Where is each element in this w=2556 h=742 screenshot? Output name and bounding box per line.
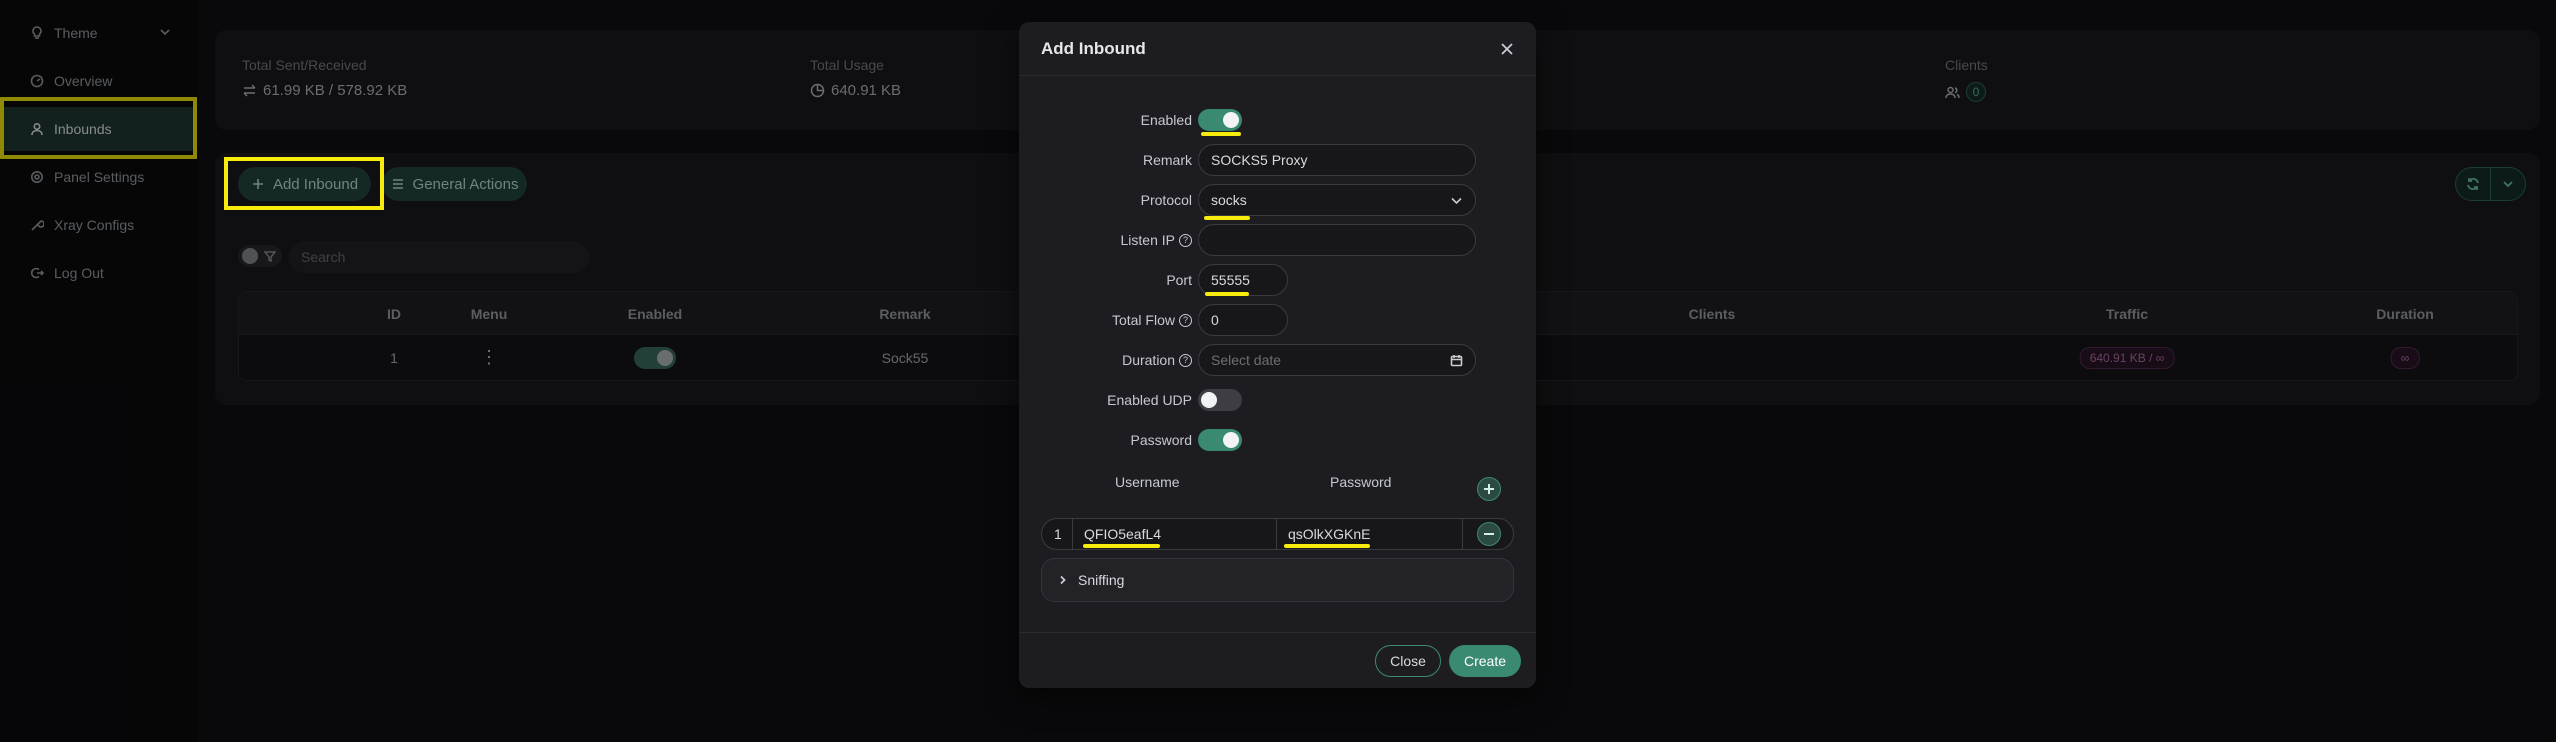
- port-label: Port: [1166, 272, 1192, 288]
- help-icon[interactable]: ?: [1179, 353, 1192, 367]
- total-flow-input[interactable]: 0: [1198, 304, 1288, 336]
- add-inbound-modal: Add Inbound Enabled Remark SOCKS5 Proxy …: [1019, 22, 1536, 688]
- sniffing-collapse[interactable]: Sniffing: [1041, 558, 1514, 602]
- duration-date-picker[interactable]: Select date: [1198, 344, 1476, 376]
- enabled-label: Enabled: [1140, 112, 1192, 128]
- create-button[interactable]: Create: [1449, 645, 1521, 677]
- annotation-underline: [1284, 544, 1370, 548]
- calendar-icon: [1450, 355, 1463, 367]
- chevron-down-icon: [1451, 197, 1462, 205]
- minus-icon: [1484, 533, 1494, 535]
- close-button[interactable]: Close: [1375, 645, 1441, 677]
- enabled-toggle[interactable]: [1198, 109, 1242, 131]
- username-column-header: Username: [1115, 474, 1180, 490]
- add-account-button[interactable]: [1477, 477, 1501, 501]
- total-flow-label: Total Flow?: [1112, 304, 1192, 336]
- help-icon[interactable]: ?: [1179, 233, 1192, 247]
- password-column-header: Password: [1330, 474, 1392, 490]
- duration-label: Duration?: [1122, 344, 1192, 376]
- remark-input[interactable]: SOCKS5 Proxy: [1198, 144, 1476, 176]
- listen-ip-input[interactable]: [1198, 224, 1476, 256]
- annotation-underline: [1204, 216, 1250, 220]
- modal-title: Add Inbound: [1041, 39, 1146, 58]
- enabled-udp-toggle[interactable]: [1198, 389, 1242, 411]
- listen-ip-label: Listen IP?: [1121, 224, 1192, 256]
- remark-label: Remark: [1142, 152, 1192, 168]
- chevron-right-icon: [1060, 575, 1066, 585]
- help-icon[interactable]: ?: [1179, 313, 1192, 327]
- account-index: 1: [1054, 526, 1062, 542]
- plus-icon: [1484, 484, 1494, 494]
- protocol-select[interactable]: socks: [1198, 184, 1476, 216]
- remove-account-button[interactable]: [1477, 522, 1501, 546]
- modal-header-divider: [1019, 75, 1536, 76]
- close-icon[interactable]: [1496, 38, 1518, 60]
- protocol-label: Protocol: [1140, 192, 1192, 208]
- password-label: Password: [1130, 432, 1192, 448]
- enabled-udp-label: Enabled UDP: [1107, 392, 1192, 408]
- annotation-underline: [1201, 132, 1241, 136]
- password-toggle[interactable]: [1198, 429, 1242, 451]
- annotation-underline: [1205, 292, 1249, 296]
- annotation-underline: [1083, 544, 1160, 548]
- modal-footer-divider: [1019, 632, 1536, 633]
